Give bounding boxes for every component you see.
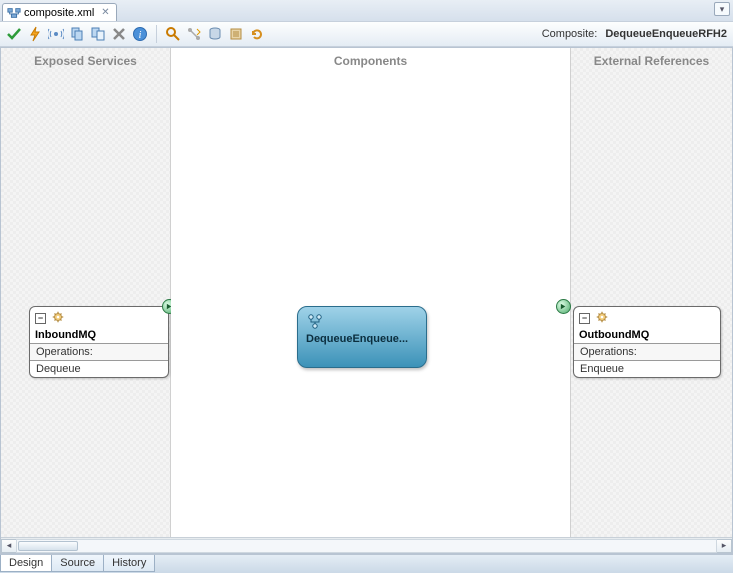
- paste-icon[interactable]: [90, 26, 106, 42]
- tab-history[interactable]: History: [103, 555, 155, 572]
- find-icon[interactable]: [165, 26, 181, 42]
- composite-file-icon: [7, 6, 21, 20]
- design-canvas[interactable]: Exposed Services − InboundMQ Operations:…: [1, 48, 732, 537]
- composite-label: Composite:: [542, 28, 598, 40]
- validate-icon[interactable]: [6, 26, 22, 42]
- svg-text:i: i: [139, 30, 142, 41]
- tab-overflow-button[interactable]: ▾: [714, 2, 730, 16]
- scroll-thumb[interactable]: [18, 541, 78, 551]
- inbound-ops-header: Operations:: [30, 343, 168, 360]
- lane-header-exposed: Exposed Services: [1, 48, 170, 74]
- bolt-icon[interactable]: [27, 26, 43, 42]
- collapse-button-inbound[interactable]: −: [35, 313, 46, 324]
- gear-icon: [595, 310, 609, 327]
- wire-icon[interactable]: [186, 26, 202, 42]
- composite-name: DequeueEnqueueRFH2: [605, 28, 727, 40]
- info-icon[interactable]: i: [132, 26, 148, 42]
- inbound-op[interactable]: Dequeue: [30, 360, 168, 377]
- inbound-service-box[interactable]: − InboundMQ Operations: Dequeue: [29, 306, 169, 378]
- outbound-title: OutboundMQ: [574, 329, 720, 343]
- copy-icon[interactable]: [69, 26, 85, 42]
- lane-header-references: External References: [571, 48, 732, 74]
- component-label: DequeueEnqueue...: [306, 333, 418, 345]
- horizontal-scrollbar[interactable]: ◂ ▸: [1, 537, 732, 553]
- config-icon[interactable]: [228, 26, 244, 42]
- close-tab-icon[interactable]: ✕: [101, 7, 109, 18]
- outbound-op[interactable]: Enqueue: [574, 360, 720, 377]
- collapse-button-outbound[interactable]: −: [579, 313, 590, 324]
- file-tab-label: composite.xml: [24, 7, 94, 19]
- bpel-component[interactable]: DequeueEnqueue...: [297, 306, 427, 368]
- toolbar-separator: [156, 25, 157, 43]
- inbound-title: InboundMQ: [30, 329, 168, 343]
- tab-source[interactable]: Source: [51, 555, 104, 572]
- scroll-right-button[interactable]: ▸: [716, 539, 732, 553]
- incoming-connector[interactable]: [556, 299, 571, 314]
- scroll-left-button[interactable]: ◂: [1, 539, 17, 553]
- lane-header-components: Components: [171, 48, 570, 74]
- bpel-icon: [306, 313, 324, 331]
- refresh-icon[interactable]: [249, 26, 265, 42]
- outbound-ops-header: Operations:: [574, 343, 720, 360]
- gear-icon: [51, 310, 65, 327]
- toolbar: i Composite: DequeueEnqueueRFH2: [0, 21, 733, 47]
- delete-icon[interactable]: [111, 26, 127, 42]
- scroll-track[interactable]: [16, 539, 717, 553]
- file-tab[interactable]: composite.xml ✕: [2, 3, 117, 21]
- tab-design[interactable]: Design: [0, 555, 52, 572]
- deploy-db-icon[interactable]: [207, 26, 223, 42]
- sensor-icon[interactable]: [48, 26, 64, 42]
- outbound-reference-box[interactable]: − OutboundMQ Operations: Enqueue: [573, 306, 721, 378]
